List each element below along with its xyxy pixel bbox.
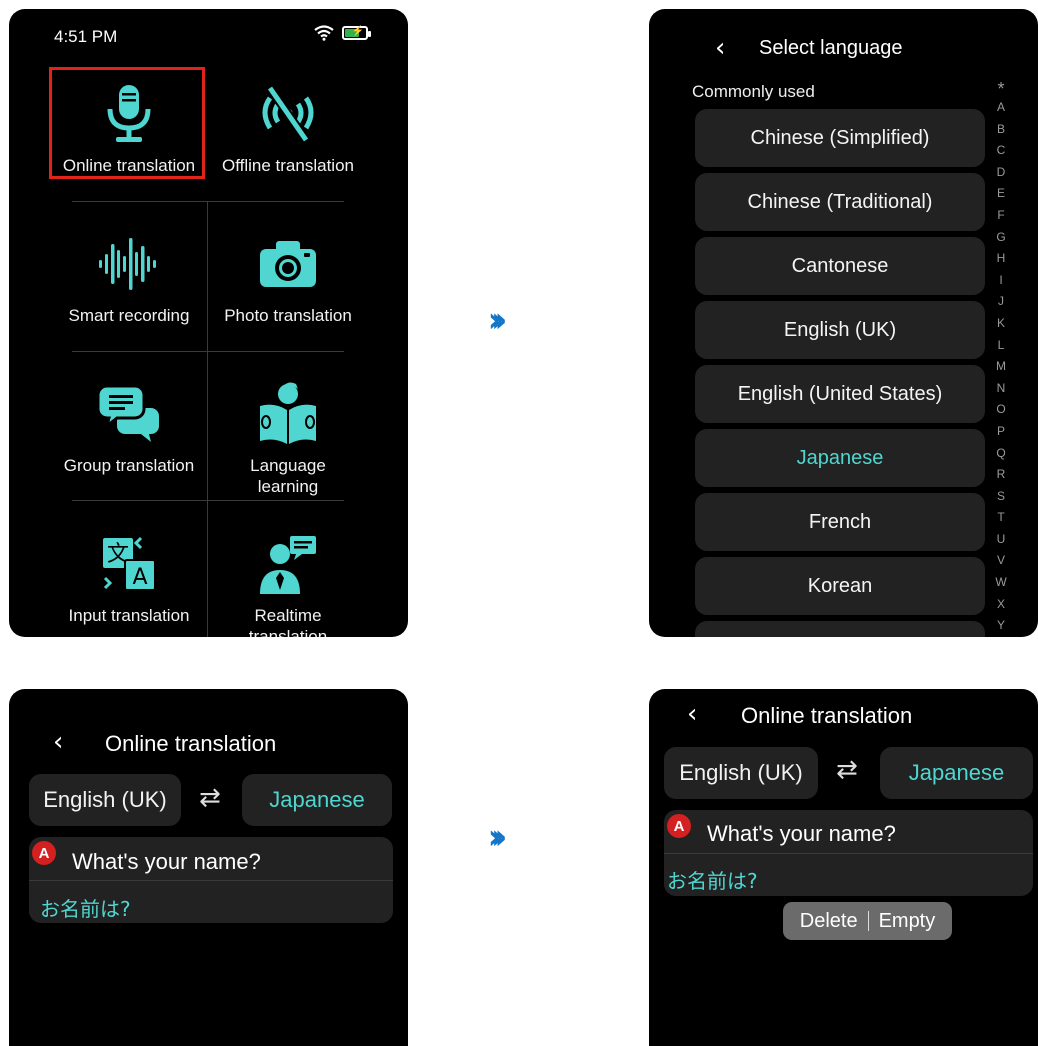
language-option[interactable]: Chinese (Traditional) xyxy=(695,173,985,231)
online-translation-context-screen: ‹ Online translation English (UK) ⇄ Japa… xyxy=(649,689,1038,1046)
index-letter[interactable]: D xyxy=(994,162,1008,184)
tile-input-translation[interactable]: 文 A Input translation xyxy=(49,509,209,637)
index-letter[interactable]: S xyxy=(994,486,1008,508)
tile-label: Input translation xyxy=(68,606,190,625)
tile-label: Photo translation xyxy=(224,306,352,325)
index-letter[interactable]: A xyxy=(994,97,1008,119)
language-option[interactable]: English (United States) xyxy=(695,365,985,423)
index-letter[interactable]: U xyxy=(994,529,1008,551)
back-button[interactable]: ‹ xyxy=(53,727,63,757)
index-letter[interactable]: X xyxy=(994,594,1008,616)
select-language-screen: ‹ Select language Commonly used Chinese … xyxy=(649,9,1038,637)
selection-highlight xyxy=(49,67,205,179)
chat-bubbles-icon xyxy=(97,384,159,442)
index-letter[interactable]: C xyxy=(994,140,1008,162)
language-option[interactable] xyxy=(695,621,985,637)
no-signal-icon xyxy=(262,85,314,143)
swap-languages-icon[interactable]: ⇄ xyxy=(836,755,858,785)
source-language-button[interactable]: English (UK) xyxy=(664,747,818,799)
back-button[interactable]: ‹ xyxy=(687,699,697,729)
soundwave-icon xyxy=(99,238,156,290)
page-title: Online translation xyxy=(105,731,277,756)
index-letter[interactable]: * xyxy=(994,80,1008,98)
source-text: What's your name? xyxy=(72,849,261,874)
tile-group-translation[interactable]: Group translation xyxy=(49,359,209,509)
source-text: What's your name? xyxy=(707,821,896,846)
flow-arrow: ››› xyxy=(488,300,507,341)
svg-text:A: A xyxy=(132,565,147,590)
target-language-button[interactable]: Japanese xyxy=(242,774,392,826)
target-language-button[interactable]: Japanese xyxy=(880,747,1033,799)
language-option[interactable]: English (UK) xyxy=(695,301,985,359)
translate-icon: 文 A xyxy=(103,536,156,591)
alphabet-index[interactable]: * A B C D E F G H I J K L M N O P Q R S T U V W X Y xyxy=(994,80,1008,637)
reading-book-icon xyxy=(260,382,316,444)
language-option[interactable]: Cantonese xyxy=(695,237,985,295)
tile-language-learning[interactable]: Language learning xyxy=(208,359,368,509)
translated-text: お名前は? xyxy=(667,869,758,893)
language-option[interactable]: Chinese (Simplified) xyxy=(695,109,985,167)
index-letter[interactable]: O xyxy=(994,399,1008,421)
index-letter[interactable]: F xyxy=(994,205,1008,227)
tile-photo-translation[interactable]: Photo translation xyxy=(208,209,368,359)
index-letter[interactable]: W xyxy=(994,572,1008,594)
source-language-button[interactable]: English (UK) xyxy=(29,774,181,826)
language-option-selected[interactable]: Japanese xyxy=(695,429,985,487)
translated-text: お名前は? xyxy=(40,897,131,921)
back-button[interactable]: ‹ xyxy=(715,33,725,63)
index-letter[interactable]: R xyxy=(994,464,1008,486)
index-letter[interactable]: H xyxy=(994,248,1008,270)
speaker-badge: A xyxy=(667,814,691,838)
index-letter[interactable]: P xyxy=(994,421,1008,443)
tile-label: Offline translation xyxy=(222,156,354,175)
presenter-icon xyxy=(260,536,316,594)
index-letter[interactable]: V xyxy=(994,550,1008,572)
menu-separator xyxy=(867,911,869,931)
delete-menu-item[interactable]: Delete xyxy=(800,910,858,933)
camera-icon xyxy=(260,241,316,287)
language-option[interactable]: French xyxy=(695,493,985,551)
online-translation-screen: ‹ Online translation English (UK) ⇄ Japa… xyxy=(9,689,408,1046)
wifi-icon xyxy=(314,25,334,41)
index-letter[interactable]: I xyxy=(994,270,1008,292)
index-letter[interactable]: B xyxy=(994,119,1008,141)
empty-menu-item[interactable]: Empty xyxy=(879,910,936,933)
index-letter[interactable]: G xyxy=(994,227,1008,249)
battery-icon: ⚡ xyxy=(342,26,371,40)
section-heading: Commonly used xyxy=(692,82,815,101)
index-letter[interactable]: M xyxy=(994,356,1008,378)
language-option[interactable]: Korean xyxy=(695,557,985,615)
tile-smart-recording[interactable]: Smart recording xyxy=(49,209,209,359)
page-title: Select language xyxy=(759,37,903,59)
context-menu: Delete Empty xyxy=(783,902,952,940)
status-bar-icons: ⚡ xyxy=(314,25,371,41)
speaker-badge: A xyxy=(32,841,56,865)
index-letter[interactable]: Y xyxy=(994,615,1008,637)
tile-label: Group translation xyxy=(63,456,195,475)
index-letter[interactable]: E xyxy=(994,183,1008,205)
tile-offline-translation[interactable]: Offline translation xyxy=(208,59,368,209)
index-letter[interactable]: N xyxy=(994,378,1008,400)
home-screen: 4:51 PM ⚡ Online translation Offline tra… xyxy=(9,9,408,637)
tile-label: Realtime translation xyxy=(248,606,328,637)
tile-realtime-translation[interactable]: Realtime translation xyxy=(208,509,368,637)
index-letter[interactable]: Q xyxy=(994,443,1008,465)
swap-languages-icon[interactable]: ⇄ xyxy=(199,783,221,813)
flow-arrow: ››› xyxy=(488,817,507,858)
index-letter[interactable]: K xyxy=(994,313,1008,335)
page-title: Online translation xyxy=(741,703,913,728)
status-time: 4:51 PM xyxy=(54,27,118,46)
index-letter[interactable]: J xyxy=(994,291,1008,313)
index-letter[interactable]: L xyxy=(994,335,1008,357)
tile-label: Smart recording xyxy=(68,306,190,325)
index-letter[interactable]: T xyxy=(994,507,1008,529)
tile-label: Language learning xyxy=(250,456,326,496)
